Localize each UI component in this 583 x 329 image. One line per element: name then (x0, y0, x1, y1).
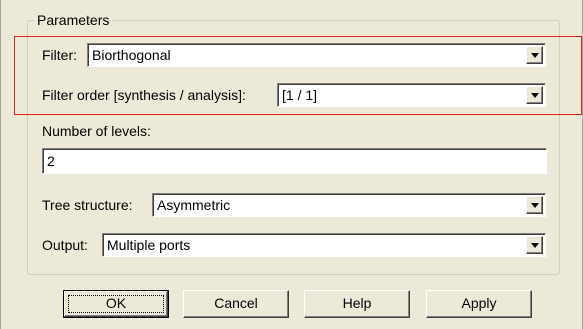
output-dropdown[interactable]: Multiple ports (102, 233, 546, 257)
ok-button-label: OK (105, 295, 127, 311)
help-button[interactable]: Help (304, 290, 410, 318)
filter-dropdown-button[interactable] (526, 46, 543, 64)
dialog-left-edge (0, 0, 1, 329)
filter-order-dropdown[interactable]: [1 / 1] (277, 83, 546, 107)
filter-order-dropdown-button[interactable] (526, 86, 543, 104)
tree-structure-value: Asymmetric (157, 197, 231, 213)
output-value: Multiple ports (107, 237, 191, 253)
parameters-group-title: Parameters (34, 12, 113, 28)
output-dropdown-button[interactable] (526, 236, 543, 254)
filter-dropdown[interactable]: Biorthogonal (87, 43, 546, 67)
cancel-button[interactable]: Cancel (183, 290, 289, 318)
levels-label: Number of levels: (42, 123, 151, 139)
apply-button-label: Apply (461, 295, 497, 311)
chevron-down-icon (531, 203, 539, 208)
filter-label: Filter: (42, 47, 77, 63)
chevron-down-icon (531, 93, 539, 98)
levels-input[interactable]: 2 (42, 148, 547, 174)
output-label: Output: (42, 237, 88, 253)
tree-structure-dropdown-button[interactable] (526, 196, 543, 214)
cancel-button-label: Cancel (214, 295, 258, 311)
levels-value: 2 (47, 153, 55, 169)
chevron-down-icon (531, 243, 539, 248)
tree-structure-dropdown[interactable]: Asymmetric (152, 193, 546, 217)
chevron-down-icon (531, 53, 539, 58)
filter-order-value: [1 / 1] (282, 87, 318, 103)
help-button-label: Help (342, 295, 372, 311)
apply-button[interactable]: Apply (426, 290, 532, 318)
filter-order-label: Filter order [synthesis / analysis]: (42, 87, 246, 103)
filter-value: Biorthogonal (92, 47, 171, 63)
ok-button[interactable]: OK (63, 290, 169, 318)
tree-structure-label: Tree structure: (42, 197, 133, 213)
